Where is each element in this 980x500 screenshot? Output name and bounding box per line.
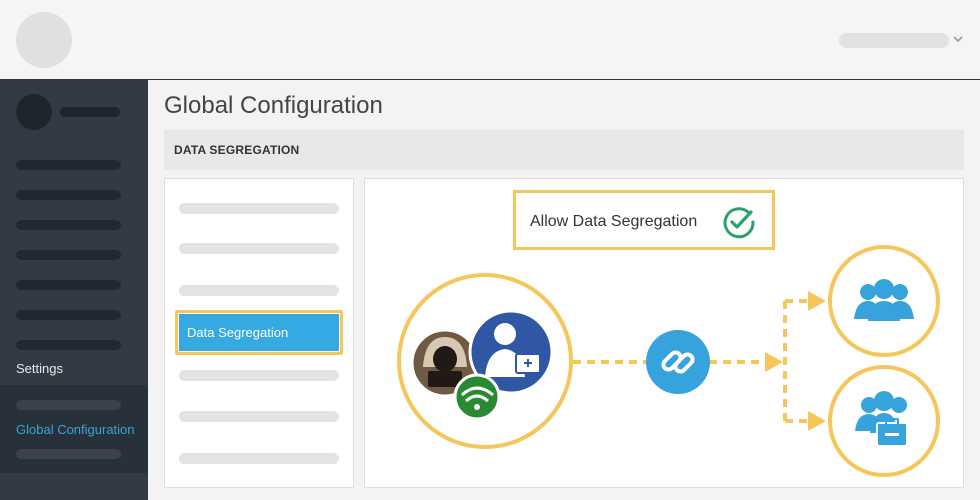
sidebar-item[interactable] (16, 250, 121, 260)
config-detail-panel: Allow Data Segregation (364, 178, 964, 488)
config-menu-item[interactable] (179, 243, 339, 254)
sidebar: Settings Global Configuration (0, 80, 148, 500)
connector-arrows (765, 291, 826, 431)
sidebar-item[interactable] (16, 190, 121, 200)
config-menu-item-data-segregation[interactable]: Data Segregation (179, 314, 339, 351)
sidebar-item[interactable] (16, 160, 121, 170)
logo-avatar (16, 12, 72, 68)
sidebar-subitem[interactable] (16, 449, 121, 459)
page-title: Global Configuration (164, 92, 383, 119)
config-menu-item[interactable] (179, 203, 339, 214)
sidebar-avatar (16, 94, 52, 130)
config-menu-item[interactable] (179, 370, 339, 381)
sidebar-item[interactable] (16, 220, 121, 230)
sidebar-item[interactable] (16, 310, 121, 320)
user-menu[interactable] (839, 33, 949, 48)
sidebar-item-settings[interactable]: Settings (16, 361, 63, 376)
sidebar-subitem[interactable] (16, 400, 121, 410)
segregation-diagram (397, 245, 940, 477)
sidebar-item-global-configuration[interactable]: Global Configuration (16, 422, 135, 437)
section-label: DATA SEGREGATION (174, 143, 300, 157)
chevron-down-icon[interactable] (951, 30, 965, 48)
config-menu-item[interactable] (179, 285, 339, 296)
config-menu-panel: Data Segregation (164, 178, 354, 488)
top-header (0, 0, 980, 80)
config-menu-item[interactable] (179, 453, 339, 464)
section-header: DATA SEGREGATION (164, 130, 964, 170)
link-icon (646, 330, 710, 394)
sidebar-item[interactable] (16, 340, 121, 350)
sidebar-item[interactable] (16, 280, 121, 290)
config-menu-item[interactable] (179, 411, 339, 422)
wifi-icon (453, 373, 501, 421)
sidebar-user-name (60, 107, 120, 117)
